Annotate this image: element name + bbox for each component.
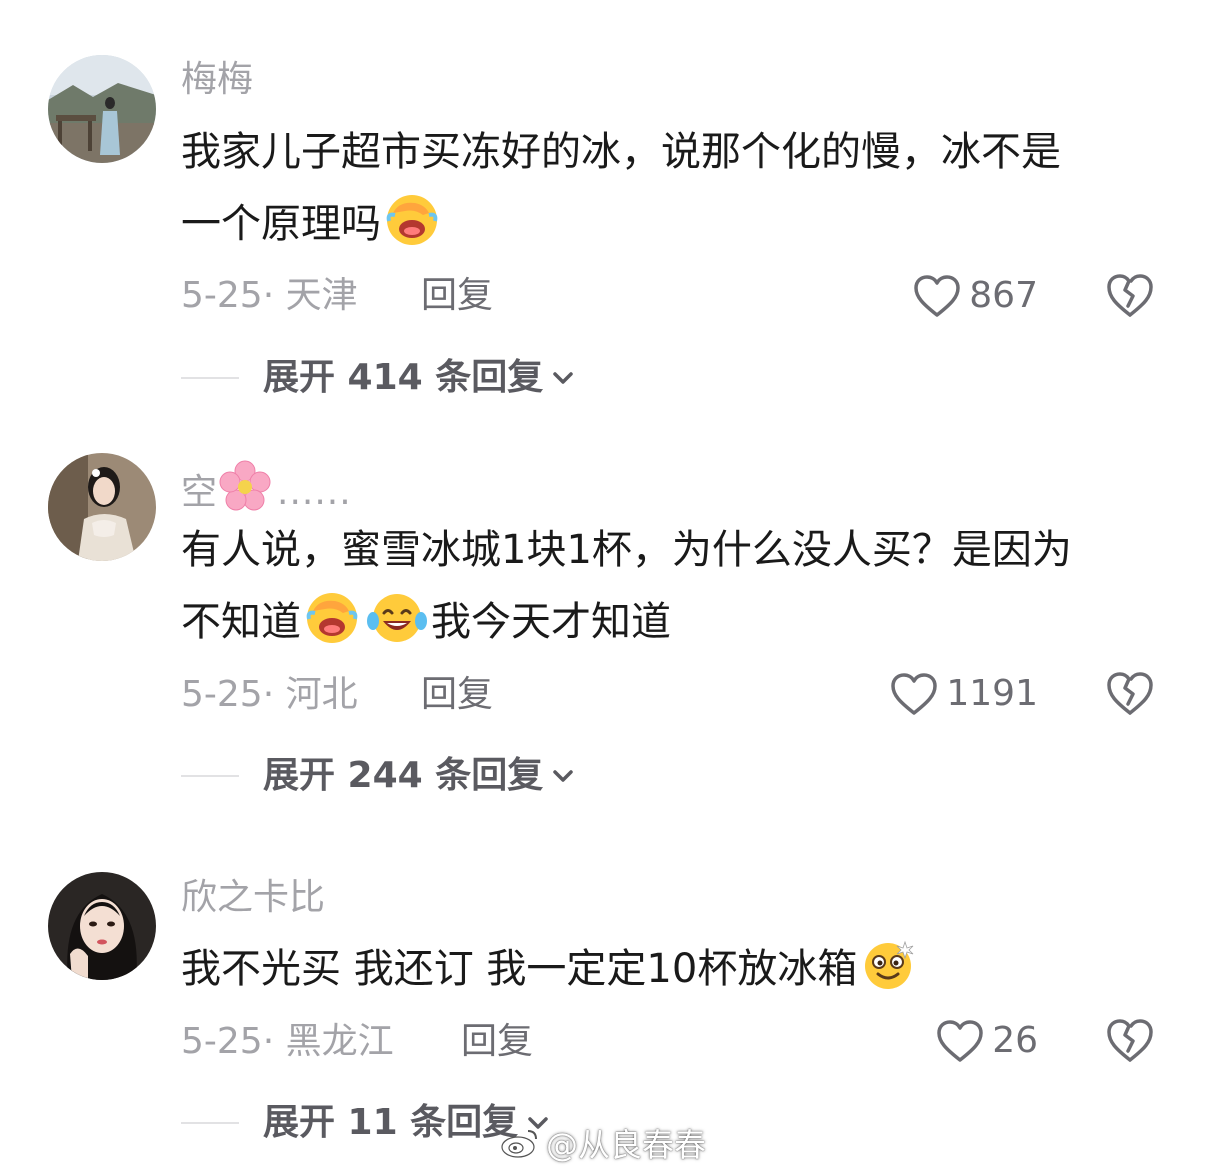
divider — [181, 1122, 239, 1124]
expand-replies-label: 展开 11 条回复 — [263, 1102, 519, 1143]
like-count: 867 — [969, 275, 1038, 316]
divider — [181, 377, 239, 379]
cherry-blossom-emoji — [219, 460, 271, 511]
comment-text-segment: 我今天才知道 — [431, 599, 671, 645]
facepalm-laugh-emoji — [306, 593, 358, 643]
username-text: 空 — [181, 472, 218, 513]
username[interactable]: 欣之卡比 — [181, 880, 325, 916]
comment-text-segment: 一个原理吗 — [181, 201, 381, 247]
heart-icon — [914, 275, 961, 317]
expand-replies-button[interactable]: 展开 11 条回复 — [181, 1105, 550, 1141]
like-button[interactable]: 867 — [913, 274, 1038, 318]
expand-replies-button[interactable]: 展开 414 条回复 — [181, 360, 575, 396]
comment-text-segment: 不知道 — [181, 599, 301, 645]
expand-replies-button[interactable]: 展开 244 条回复 — [181, 758, 575, 794]
username[interactable]: 空 ...... — [181, 460, 352, 512]
expand-replies-label: 展开 414 条回复 — [263, 357, 544, 398]
broken-heart-icon — [1107, 1019, 1153, 1062]
comment-date-location: 5-25· 河北 — [181, 674, 358, 715]
chevron-down-icon — [553, 770, 573, 782]
watermark-text: @从良春春 — [546, 1126, 707, 1164]
username-suffix: ...... — [277, 472, 352, 513]
divider — [181, 775, 239, 777]
dislike-button[interactable] — [1106, 272, 1154, 318]
reply-button[interactable]: 回复 — [421, 278, 493, 314]
expand-replies-label: 展开 244 条回复 — [263, 755, 544, 796]
chevron-down-icon — [553, 372, 573, 384]
comment-text-line: 我不光买 我还订 我一定定10杯放冰箱 — [181, 933, 1171, 1005]
weibo-logo-icon — [501, 1130, 537, 1158]
reply-button[interactable]: 回复 — [461, 1024, 533, 1060]
avatar[interactable] — [48, 55, 156, 163]
like-button[interactable]: 26 — [936, 1019, 1038, 1063]
comment-text-line: 我家儿子超市买冻好的冰，说那个化的慢，冰不是 — [181, 129, 1061, 175]
comment-text: 有人说，蜜雪冰城1块1杯，为什么没人买？是因为 不知道 我今天才知道 — [181, 514, 1171, 658]
avatar[interactable] — [48, 453, 156, 561]
comment-text-segment: 我不光买 我还订 我一定定10杯放冰箱 — [181, 946, 858, 992]
dizzy-smile-emoji — [865, 940, 914, 989]
dislike-button[interactable] — [1106, 670, 1154, 716]
comment-text: 我不光买 我还订 我一定定10杯放冰箱 — [181, 933, 1171, 1005]
heart-icon — [891, 673, 938, 715]
username[interactable]: 梅梅 — [181, 62, 253, 98]
facepalm-laugh-emoji — [386, 195, 438, 245]
like-count: 26 — [992, 1020, 1038, 1061]
comment-date-location: 5-25· 天津 — [181, 275, 358, 316]
watermark: @从良春春 — [500, 1120, 706, 1166]
comment-date-location: 5-25· 黑龙江 — [181, 1021, 394, 1062]
dislike-button[interactable] — [1106, 1017, 1154, 1063]
tears-of-joy-emoji — [367, 594, 427, 642]
like-count: 1191 — [946, 673, 1038, 714]
heart-icon — [937, 1020, 983, 1062]
comment-text-line: 一个原理吗 — [181, 188, 1171, 260]
reply-button[interactable]: 回复 — [421, 677, 493, 713]
comment-text-line: 有人说，蜜雪冰城1块1杯，为什么没人买？是因为 — [181, 527, 1072, 573]
broken-heart-icon — [1107, 274, 1153, 317]
like-button[interactable]: 1191 — [890, 672, 1038, 716]
broken-heart-icon — [1107, 672, 1153, 715]
avatar[interactable] — [48, 872, 156, 980]
comment-text-line: 不知道 我今天才知道 — [181, 586, 1171, 658]
comment-text: 我家儿子超市买冻好的冰，说那个化的慢，冰不是 一个原理吗 — [181, 116, 1171, 260]
